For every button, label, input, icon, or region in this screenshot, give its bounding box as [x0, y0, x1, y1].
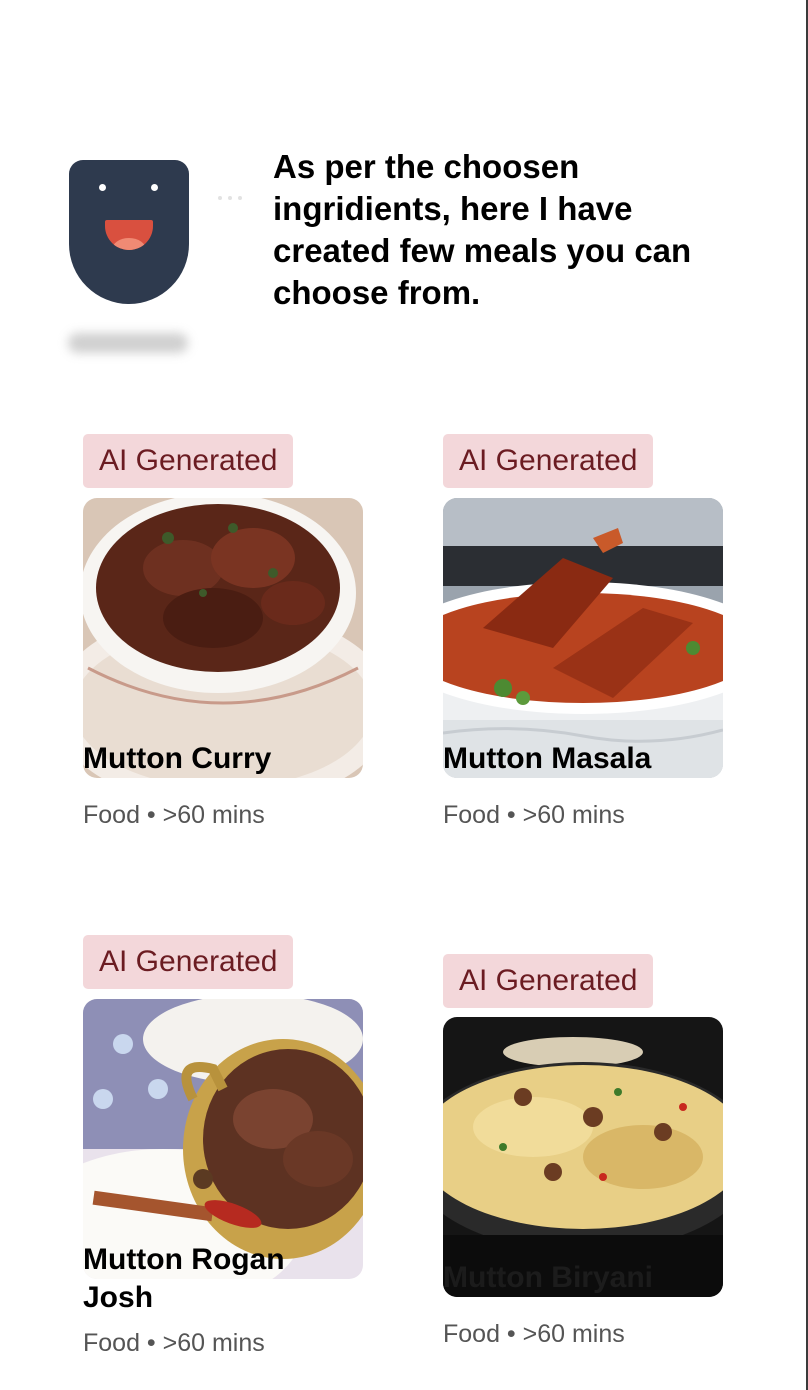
mutton-curry-image — [83, 498, 363, 778]
mutton-masala-image — [443, 498, 723, 778]
mutton-rogan-josh-image — [83, 999, 363, 1279]
assistant-message: As per the choosen ingridients, here I h… — [273, 148, 692, 311]
ai-generated-badge: AI Generated — [443, 954, 654, 1008]
ai-generated-badge: AI Generated — [443, 434, 654, 488]
ai-generated-badge: AI Generated — [83, 434, 294, 488]
meal-image[interactable]: Mutton Curry — [83, 498, 363, 778]
meal-card-mutton-curry[interactable]: AI Generated Mutton Curry Food • >60 min… — [83, 434, 363, 830]
mascot-left-eye — [99, 184, 106, 191]
meal-card-mutton-biryani[interactable]: AI Generated Mutton Biryani Food • >60 m… — [443, 954, 723, 1349]
mascot-avatar-icon — [69, 160, 189, 304]
meal-title: Mutton Rogan — [83, 1243, 285, 1276]
meal-image[interactable]: Mutton Rogan — [83, 999, 363, 1279]
mutton-biryani-image — [443, 1017, 723, 1297]
meal-image[interactable]: Mutton Masala — [443, 498, 723, 778]
mascot-mouth — [105, 220, 153, 250]
meal-image[interactable]: Mutton Biryani — [443, 1017, 723, 1297]
meal-card-mutton-masala[interactable]: AI Generated Mutton Masala Food • >60 mi… — [443, 434, 723, 830]
meal-title: Mutton Curry — [83, 742, 272, 775]
meal-card-mutton-rogan-josh[interactable]: AI Generated Mutton Rogan Josh Food • >6… — [83, 935, 363, 1358]
meal-title: Mutton Biryani — [443, 1261, 653, 1294]
meal-meta: Food • >60 mins — [443, 801, 625, 829]
meal-meta: Food • >60 mins — [83, 1329, 265, 1357]
mascot-right-eye — [151, 184, 158, 191]
typing-indicator-icon — [218, 196, 242, 200]
meal-title-overflow: Josh — [83, 1281, 154, 1314]
ai-generated-badge: AI Generated — [83, 935, 294, 989]
meal-title: Mutton Masala — [443, 742, 652, 775]
meal-meta: Food • >60 mins — [83, 801, 265, 829]
mascot-shadow — [68, 333, 188, 353]
meal-meta: Food • >60 mins — [443, 1320, 625, 1348]
